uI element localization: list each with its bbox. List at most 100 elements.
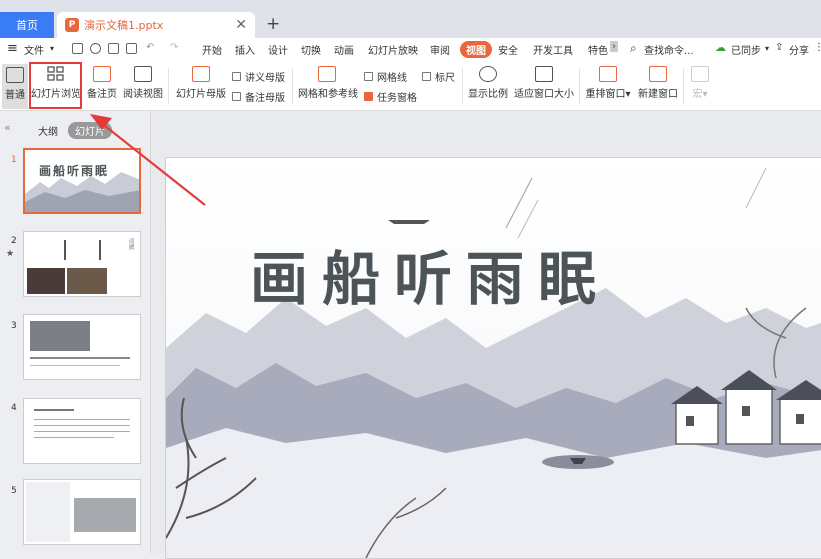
arrange-window-icon bbox=[599, 66, 617, 82]
collapse-panel-button[interactable]: « bbox=[4, 121, 11, 134]
macro-icon bbox=[691, 66, 709, 82]
handout-master-button[interactable]: 讲义母版 bbox=[232, 69, 285, 84]
menu-review[interactable]: 审阅 bbox=[430, 42, 450, 57]
tab-outline[interactable]: 大纲 bbox=[38, 123, 58, 138]
slide-master-button[interactable]: 幻灯片母版 bbox=[176, 66, 226, 100]
slide-title[interactable]: 画船听雨眠 bbox=[250, 232, 610, 316]
book-icon bbox=[134, 66, 152, 82]
grid-icon bbox=[318, 66, 336, 82]
tab-document[interactable]: P 演示文稿1.pptx ✕ bbox=[57, 12, 255, 38]
checkbox-checked-icon bbox=[364, 92, 373, 101]
zoom-icon bbox=[479, 66, 497, 82]
divider bbox=[168, 68, 169, 104]
ribbon-view: 普通 幻灯片浏览 备注页 阅读视图 幻灯片母版 讲义母版 备注母版 网格和参考线… bbox=[0, 62, 821, 111]
slide-thumbnail-4[interactable] bbox=[23, 398, 141, 464]
thumbnail-landscape bbox=[25, 172, 139, 212]
new-tab-button[interactable]: + bbox=[266, 14, 280, 34]
print-icon[interactable] bbox=[108, 43, 119, 54]
checkbox-icon bbox=[364, 72, 373, 81]
chevron-down-icon[interactable]: ▾ bbox=[765, 44, 769, 53]
slide-master-icon bbox=[192, 66, 210, 82]
menu-special[interactable]: 特色 bbox=[588, 42, 608, 57]
thumbnail-text-column bbox=[64, 240, 66, 260]
search-icon: ⌕ bbox=[630, 41, 637, 55]
menu-slideshow[interactable]: 幻灯片放映 bbox=[368, 42, 418, 57]
annotation-highlight-box bbox=[29, 62, 82, 109]
format-painter-icon[interactable] bbox=[90, 43, 101, 54]
chevron-down-icon[interactable]: ▾ bbox=[50, 44, 54, 53]
fit-window-button[interactable]: 适应窗口大小 bbox=[514, 66, 574, 100]
slide-number: 5 bbox=[11, 486, 17, 496]
divider bbox=[292, 68, 293, 104]
chevron-right-icon[interactable]: › bbox=[610, 41, 618, 52]
ruler-checkbox[interactable]: 标尺 bbox=[422, 69, 455, 84]
share-button[interactable]: 分享 bbox=[789, 42, 809, 57]
menu-security[interactable]: 安全 bbox=[498, 42, 518, 57]
zoom-button[interactable]: 显示比例 bbox=[468, 66, 508, 100]
checkbox-icon bbox=[422, 72, 431, 81]
close-icon[interactable]: ✕ bbox=[235, 17, 247, 33]
document-name: 演示文稿1.pptx bbox=[84, 19, 164, 32]
arrange-window-button[interactable]: 重排窗口▾ bbox=[585, 66, 631, 100]
new-window-button[interactable]: 新建窗口 bbox=[638, 66, 678, 100]
search-input[interactable]: 查找命令... bbox=[644, 42, 694, 57]
thumbnail-text-line bbox=[34, 437, 114, 438]
thumbnail-photo bbox=[74, 498, 136, 532]
tab-home[interactable]: 首页 bbox=[0, 12, 54, 38]
slide-landscape-art bbox=[166, 158, 821, 558]
share-icon: ⇪ bbox=[775, 42, 784, 53]
task-pane-checkbox[interactable]: 任务窗格 bbox=[364, 89, 417, 104]
slide-thumbnail-2[interactable]: 词牌 bbox=[23, 231, 141, 297]
thumbnail-text-line bbox=[30, 357, 130, 359]
slides-panel: « 大纲 幻灯片 1 画船听雨眠 2 ★ 词牌 3 4 5 bbox=[0, 111, 151, 553]
thumbnail-text-column bbox=[99, 240, 101, 260]
hamburger-icon[interactable]: ≡ bbox=[7, 41, 18, 56]
notes-page-icon bbox=[93, 66, 111, 82]
menu-view[interactable]: 视图 bbox=[460, 41, 492, 58]
more-icon[interactable]: ⋮ bbox=[814, 42, 821, 53]
slide-thumbnail-3[interactable] bbox=[23, 314, 141, 380]
thumbnail-text-line bbox=[34, 409, 74, 411]
slide-editing-canvas[interactable]: 画船听雨眠 bbox=[151, 111, 821, 559]
new-window-icon bbox=[649, 66, 667, 82]
menu-design[interactable]: 设计 bbox=[268, 42, 288, 57]
menu-file[interactable]: 文件 bbox=[24, 42, 44, 57]
undo-icon[interactable]: ↶ bbox=[146, 42, 154, 53]
grid-guides-button[interactable]: 网格和参考线 bbox=[298, 66, 358, 100]
sync-status[interactable]: 已同步 bbox=[731, 42, 761, 57]
divider bbox=[462, 68, 463, 104]
thumbnail-photo bbox=[30, 321, 90, 351]
fit-window-icon bbox=[535, 66, 553, 82]
thumbnail-label: 词牌 bbox=[127, 238, 134, 250]
ppt-file-icon: P bbox=[65, 18, 79, 32]
current-slide[interactable]: 画船听雨眠 bbox=[165, 157, 821, 559]
redo-icon[interactable]: ↷ bbox=[170, 42, 178, 53]
thumbnail-photo bbox=[27, 268, 65, 294]
menu-start[interactable]: 开始 bbox=[202, 42, 222, 57]
cloud-sync-icon: ☁ bbox=[715, 41, 726, 54]
print-preview-icon[interactable] bbox=[126, 43, 137, 54]
notes-master-icon bbox=[232, 92, 241, 101]
thumbnail-photo bbox=[67, 268, 107, 294]
menu-developer[interactable]: 开发工具 bbox=[533, 42, 573, 57]
menu-animation[interactable]: 动画 bbox=[334, 42, 354, 57]
thumbnail-text-line bbox=[30, 365, 120, 366]
handout-master-icon bbox=[232, 72, 241, 81]
reading-view-button[interactable]: 阅读视图 bbox=[122, 66, 164, 100]
slide-thumbnail-1[interactable]: 画船听雨眠 bbox=[23, 148, 141, 214]
slide-number: 4 bbox=[11, 403, 17, 413]
menu-insert[interactable]: 插入 bbox=[235, 42, 255, 57]
gridlines-checkbox[interactable]: 网格线 bbox=[364, 69, 407, 84]
notes-page-button[interactable]: 备注页 bbox=[85, 66, 119, 100]
divider bbox=[683, 68, 684, 104]
slide-number: 2 bbox=[11, 236, 17, 246]
slide-thumbnail-5[interactable] bbox=[23, 479, 141, 545]
normal-view-button[interactable]: 普通 bbox=[2, 64, 28, 109]
save-icon[interactable] bbox=[72, 43, 83, 54]
tab-slides[interactable]: 幻灯片 bbox=[68, 122, 112, 139]
macro-button[interactable]: 宏▾ bbox=[689, 66, 711, 100]
tab-bar: 首页 P 演示文稿1.pptx ✕ + bbox=[0, 0, 821, 38]
menu-transition[interactable]: 切换 bbox=[301, 42, 321, 57]
thumbnail-text-line bbox=[34, 425, 130, 426]
notes-master-button[interactable]: 备注母版 bbox=[232, 89, 285, 104]
